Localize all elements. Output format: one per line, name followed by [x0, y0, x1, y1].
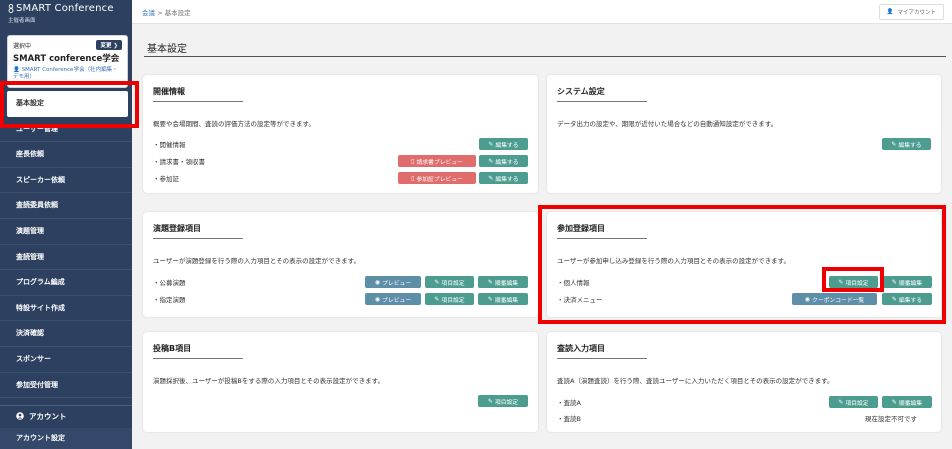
- card-description: 演題採択後、ユーザーが投稿Bをする際の入力項目とその表示設定ができます。: [153, 377, 384, 385]
- edit-icon: ✎: [487, 278, 493, 286]
- card-description: ユーザーが演題登録を行う際の入力項目とその表示の設定ができます。: [153, 257, 361, 265]
- eye-icon: ◉: [374, 278, 381, 286]
- preview-public-button[interactable]: ◉ プレビュー: [365, 276, 421, 288]
- account-section-header: アカウント: [0, 405, 132, 426]
- eye-icon: ◉: [374, 295, 381, 303]
- invoice-preview-button[interactable]: ▯ 請求書プレビュー: [398, 155, 476, 167]
- change-conference-button[interactable]: 変更 ❯: [96, 40, 122, 50]
- item-label: ・指定演題: [153, 296, 186, 304]
- highlight-participant-card: [538, 205, 946, 324]
- breadcrumb-home-link[interactable]: 会議: [142, 9, 155, 17]
- card-title: 査読入力項目: [557, 344, 605, 353]
- card-title: 演題登録項目: [153, 224, 201, 233]
- card-description: データ出力の設定や、期限が近付いた場合などの自動通知設定ができます。: [557, 120, 778, 128]
- item-label: ・請求書・領収書: [153, 158, 205, 166]
- sidebar-item-speaker-request[interactable]: スピーカー依頼: [0, 168, 132, 194]
- edit-invoice-button[interactable]: ✎ 編集する: [479, 155, 528, 167]
- conference-association[interactable]: 👤 SMART Conference学会（社内編集・デモ用）: [13, 67, 122, 81]
- selected-label: 選択中: [13, 42, 32, 50]
- page-title: 基本設定: [147, 44, 187, 55]
- review-b-unavailable-note: 現在設定不可です: [865, 415, 917, 423]
- sidebar-item-special-site[interactable]: 特設サイト作成: [0, 296, 132, 322]
- sidebar-item-reviewer-request[interactable]: 査読委員依頼: [0, 193, 132, 219]
- card-system-settings: システム設定 データ出力の設定や、期限が近付いた場合などの自動通知設定ができます…: [547, 75, 941, 193]
- highlight-basic-settings: [0, 81, 139, 128]
- card-abstract-fields: 演題登録項目 ユーザーが演題登録を行う際の入力項目とその表示の設定ができます。 …: [143, 212, 538, 317]
- fields-post-b-button[interactable]: ✎ 項目設定: [478, 395, 528, 407]
- sidebar-item-sponsor[interactable]: スポンサー: [0, 347, 132, 373]
- edit-icon: ✎: [487, 397, 493, 405]
- top-bar: 会議 > 基本設定 👤 マイアカウント: [132, 0, 952, 24]
- fields-review-a-button[interactable]: ✎ 項目設定: [829, 396, 878, 408]
- edit-icon: ✎: [488, 174, 494, 182]
- edit-event-button[interactable]: ✎ 編集する: [479, 138, 528, 150]
- breadcrumb: 会議 > 基本設定: [142, 9, 191, 17]
- item-label: ・査読B: [557, 415, 581, 423]
- item-label: ・公募演題: [153, 279, 186, 287]
- logo-icon: [8, 4, 14, 13]
- conference-name: SMART conference学会: [13, 54, 120, 64]
- card-title: 投稿B項目: [153, 344, 192, 353]
- edit-icon: ✎: [487, 295, 493, 303]
- sidebar-nav: 基本設定 ユーザー管理 座長依頼 スピーカー依頼 査読委員依頼 演題管理 査読管…: [0, 91, 132, 399]
- sidebar-item-account-settings[interactable]: アカウント設定: [0, 428, 132, 449]
- sidebar-item-chair-request[interactable]: 座長依頼: [0, 142, 132, 168]
- order-review-a-button[interactable]: ✎ 順番編集: [882, 396, 932, 408]
- edit-icon: ✎: [891, 398, 897, 406]
- sidebar-item-abstract-management[interactable]: 演題管理: [0, 219, 132, 245]
- card-review-fields: 査読入力項目 査読A（演題査読）を行う際、査読ユーザーに入力いただく項目とその表…: [547, 332, 941, 432]
- preview-designated-button[interactable]: ◉ プレビュー: [365, 293, 421, 305]
- item-label: ・開催情報: [153, 141, 186, 149]
- edit-icon: ✎: [488, 157, 494, 165]
- highlight-fields-button: [822, 267, 884, 292]
- card-post-b-fields: 投稿B項目 演題採択後、ユーザーが投稿Bをする際の入力項目とその表示設定ができま…: [143, 332, 538, 432]
- title-divider: [144, 56, 946, 57]
- sidebar: SMART Conference 主催者画面 選択中 変更 ❯ SMART co…: [0, 0, 132, 449]
- order-designated-button[interactable]: ✎ 順番編集: [478, 293, 528, 305]
- edit-icon: ✎: [891, 140, 897, 148]
- order-public-button[interactable]: ✎ 順番編集: [478, 276, 528, 288]
- brand-title: SMART Conference: [16, 3, 114, 14]
- breadcrumb-current: 基本設定: [164, 9, 191, 17]
- my-account-button[interactable]: 👤 マイアカウント: [878, 4, 944, 20]
- edit-certificate-button[interactable]: ✎ 編集する: [479, 172, 528, 184]
- user-circle-icon: [16, 412, 24, 420]
- sidebar-item-reception[interactable]: 参加受付管理: [0, 373, 132, 399]
- document-icon: ▯: [411, 157, 415, 165]
- card-event-info: 開催情報 概要や会場期間、査読の評価方法の設定等ができます。 ・開催情報 ・請求…: [143, 75, 538, 193]
- sidebar-item-program[interactable]: プログラム編成: [0, 270, 132, 296]
- document-icon: ▯: [411, 174, 415, 182]
- brand: SMART Conference 主催者画面: [0, 0, 132, 28]
- user-icon: 👤: [13, 67, 20, 73]
- edit-icon: ✎: [434, 278, 440, 286]
- edit-icon: ✎: [838, 398, 844, 406]
- card-title: システム設定: [557, 87, 605, 96]
- brand-subtitle: 主催者画面: [8, 18, 36, 24]
- item-label: ・参加証: [153, 175, 179, 183]
- edit-system-button[interactable]: ✎ 編集する: [882, 138, 931, 150]
- user-icon: 👤: [886, 9, 894, 15]
- item-label: ・査読A: [557, 399, 581, 407]
- fields-public-button[interactable]: ✎ 項目設定: [425, 276, 474, 288]
- edit-icon: ✎: [434, 295, 440, 303]
- card-description: 概要や会場期間、査読の評価方法の設定等ができます。: [153, 120, 315, 128]
- card-title: 開催情報: [153, 87, 185, 96]
- edit-icon: ✎: [488, 140, 494, 148]
- sidebar-item-payment[interactable]: 決済確認: [0, 321, 132, 347]
- card-description: 査読A（演題査読）を行う際、査読ユーザーに入力いただく項目とその表示の設定ができ…: [557, 377, 834, 385]
- sidebar-item-review-management[interactable]: 査読管理: [0, 245, 132, 271]
- fields-designated-button[interactable]: ✎ 項目設定: [425, 293, 474, 305]
- chevron-right-icon: ❯: [113, 43, 118, 49]
- certificate-preview-button[interactable]: ▯ 参加証プレビュー: [398, 172, 476, 184]
